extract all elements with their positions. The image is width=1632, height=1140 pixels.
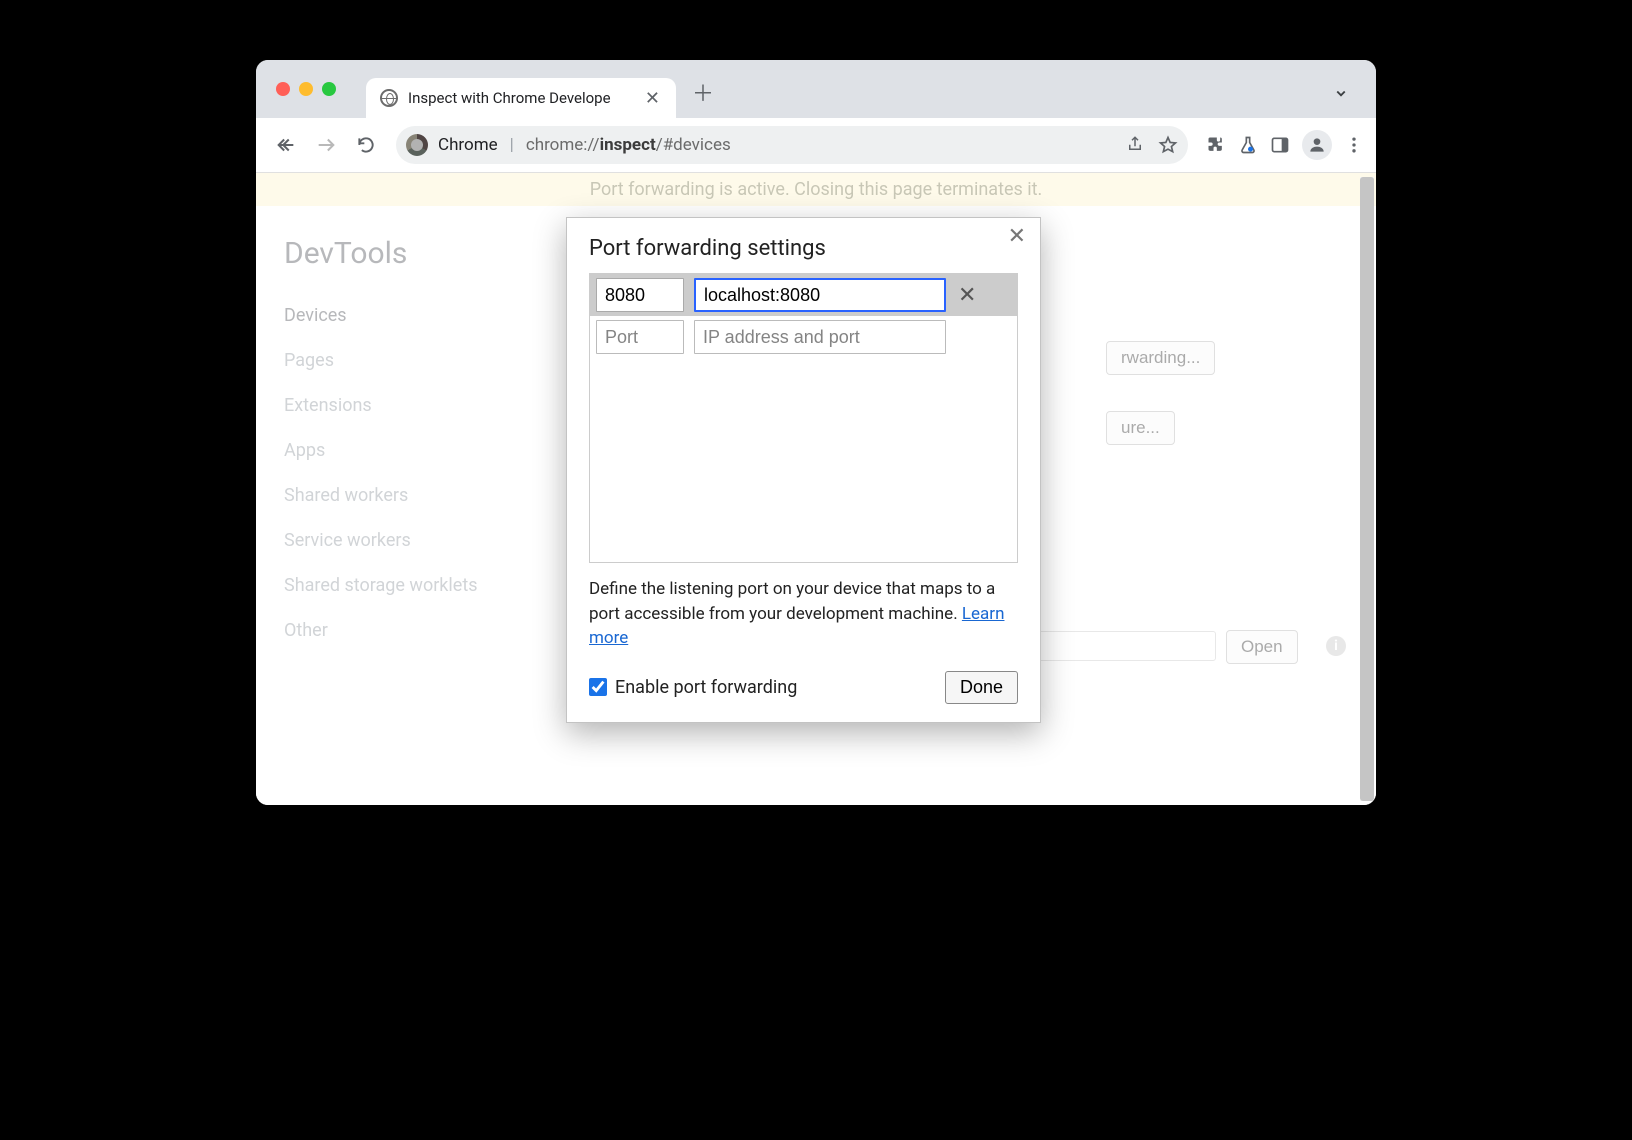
dialog-footer: Enable port forwarding Done xyxy=(589,671,1018,704)
sidebar-item-shared-storage[interactable]: Shared storage worklets xyxy=(284,563,566,608)
address-input[interactable] xyxy=(694,278,946,312)
port-forwarding-banner: Port forwarding is active. Closing this … xyxy=(256,173,1376,206)
delete-rule-button[interactable]: ✕ xyxy=(958,283,976,308)
reload-button[interactable] xyxy=(348,127,384,163)
tabs-dropdown-button[interactable] xyxy=(1332,84,1350,102)
reload-icon xyxy=(356,135,376,155)
profile-button[interactable] xyxy=(1302,130,1332,160)
addr-separator: | xyxy=(510,135,514,155)
sidebar-item-shared-workers[interactable]: Shared workers xyxy=(284,473,566,518)
address-input-blank[interactable] xyxy=(694,320,946,354)
browser-window: Inspect with Chrome Develope ✕ ＋ Chrome … xyxy=(256,60,1376,805)
sidebar-item-extensions[interactable]: Extensions xyxy=(284,383,566,428)
vertical-scrollbar[interactable] xyxy=(1360,177,1374,801)
enable-port-forwarding-label: Enable port forwarding xyxy=(615,677,797,698)
person-icon xyxy=(1307,135,1327,155)
star-icon xyxy=(1158,135,1178,155)
labs-button[interactable] xyxy=(1238,135,1258,155)
fullscreen-window-button[interactable] xyxy=(322,82,336,96)
extensions-button[interactable] xyxy=(1206,135,1226,155)
dialog-help-text: Define the listening port on your device… xyxy=(589,577,1018,651)
port-rules-table: ✕ xyxy=(589,273,1018,563)
window-controls xyxy=(276,82,336,96)
dialog-close-button[interactable]: ✕ xyxy=(1008,224,1026,249)
address-bar[interactable]: Chrome | chrome://inspect/#devices xyxy=(396,126,1188,164)
enable-port-forwarding-checkbox[interactable] xyxy=(589,678,607,696)
port-input-blank[interactable] xyxy=(596,320,684,354)
side-panel-button[interactable] xyxy=(1270,135,1290,155)
sidebar-item-apps[interactable]: Apps xyxy=(284,428,566,473)
arrow-left-icon xyxy=(275,134,297,156)
tab-title: Inspect with Chrome Develope xyxy=(408,89,637,107)
browser-tab[interactable]: Inspect with Chrome Develope ✕ xyxy=(366,78,676,118)
chevron-down-icon xyxy=(1332,84,1350,102)
done-button[interactable]: Done xyxy=(945,671,1018,704)
page-content: Port forwarding is active. Closing this … xyxy=(256,173,1376,805)
share-icon xyxy=(1126,135,1144,153)
arrow-right-icon xyxy=(315,134,337,156)
dots-vertical-icon xyxy=(1344,135,1364,155)
port-rule-row-blank xyxy=(590,316,1017,358)
new-tab-button[interactable]: ＋ xyxy=(692,76,714,108)
tab-close-button[interactable]: ✕ xyxy=(643,88,662,109)
toolbar-right xyxy=(1206,130,1364,160)
addr-url: chrome://inspect/#devices xyxy=(526,135,731,155)
sidebar-item-other[interactable]: Other xyxy=(284,608,566,653)
addr-origin: Chrome xyxy=(438,135,498,155)
globe-icon xyxy=(380,89,398,107)
sidebar-item-pages[interactable]: Pages xyxy=(284,338,566,383)
panel-icon xyxy=(1270,135,1290,155)
open-button[interactable]: Open xyxy=(1226,630,1298,664)
port-forwarding-button[interactable]: rwarding... xyxy=(1106,341,1215,375)
configure-button[interactable]: ure... xyxy=(1106,411,1175,445)
puzzle-icon xyxy=(1206,135,1226,155)
share-button[interactable] xyxy=(1126,135,1144,155)
toolbar: Chrome | chrome://inspect/#devices xyxy=(256,118,1376,173)
sidebar: DevTools Devices Pages Extensions Apps S… xyxy=(256,206,566,653)
port-input[interactable] xyxy=(596,278,684,312)
dialog-title: Port forwarding settings xyxy=(589,236,1018,261)
close-window-button[interactable] xyxy=(276,82,290,96)
sidebar-item-service-workers[interactable]: Service workers xyxy=(284,518,566,563)
chrome-icon xyxy=(406,134,428,156)
sidebar-item-devices[interactable]: Devices xyxy=(284,293,566,338)
minimize-window-button[interactable] xyxy=(299,82,313,96)
port-rule-row: ✕ xyxy=(590,274,1017,316)
info-icon[interactable]: i xyxy=(1326,636,1346,656)
port-forwarding-dialog: ✕ Port forwarding settings ✕ Define the … xyxy=(566,217,1041,723)
bookmark-button[interactable] xyxy=(1158,135,1178,155)
scrollbar-thumb[interactable] xyxy=(1360,177,1374,801)
forward-button[interactable] xyxy=(308,127,344,163)
sidebar-title: DevTools xyxy=(284,236,566,271)
flask-icon xyxy=(1238,135,1258,155)
back-button[interactable] xyxy=(268,127,304,163)
menu-button[interactable] xyxy=(1344,135,1364,155)
tab-strip: Inspect with Chrome Develope ✕ ＋ xyxy=(256,60,1376,118)
